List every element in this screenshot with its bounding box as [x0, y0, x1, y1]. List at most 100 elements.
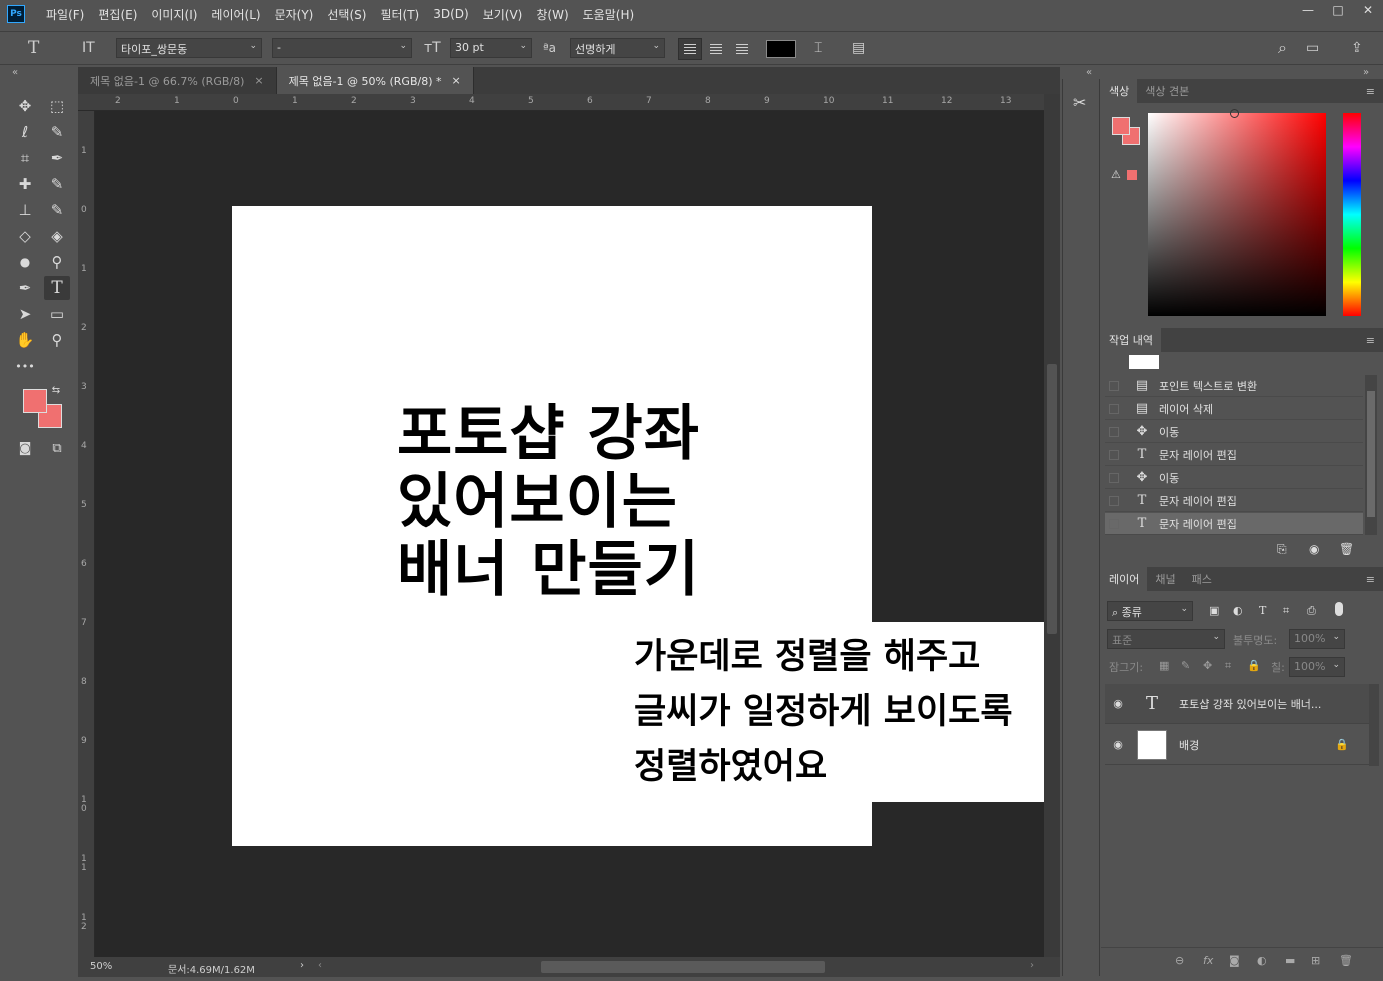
layer-style-fx-icon[interactable]: fx [1203, 954, 1213, 967]
quick-mask-icon[interactable]: ◙ [12, 436, 38, 460]
gamut-color-swatch[interactable] [1127, 170, 1137, 180]
maximize-button[interactable]: □ [1323, 0, 1353, 20]
filter-toggle[interactable] [1335, 602, 1343, 616]
visibility-eye-icon[interactable]: ◉ [1107, 697, 1129, 710]
crop-tool-icon[interactable]: ⌗ [12, 146, 38, 170]
blur-tool-icon[interactable]: ● [12, 250, 38, 274]
swap-colors-icon[interactable]: ⇆ [48, 382, 64, 398]
collapse-tools-icon[interactable]: « [12, 67, 18, 78]
menu-help[interactable]: 도움말(H) [576, 6, 642, 23]
vertical-scroll-thumb[interactable] [1047, 364, 1057, 634]
layer-filter-select[interactable]: ⌕ 종류 ⌄ [1107, 601, 1193, 621]
menu-3d[interactable]: 3D(D) [426, 7, 475, 21]
history-brush-tool-icon[interactable]: ✎ [44, 198, 70, 222]
color-picker-cursor[interactable] [1230, 109, 1239, 118]
menu-window[interactable]: 창(W) [529, 6, 575, 23]
warp-text-icon[interactable]: ⌶ [814, 40, 822, 56]
pen-tool-icon[interactable]: ✒ [12, 276, 38, 300]
text-color-swatch[interactable] [766, 40, 796, 58]
text-orientation-icon[interactable]: IT [82, 40, 95, 56]
type-tool-preset-icon[interactable]: T [28, 40, 39, 57]
screen-mode-icon[interactable]: ⧉ [44, 436, 70, 460]
scroll-right-icon[interactable]: › [1030, 960, 1034, 971]
tab-document-2[interactable]: 제목 없음-1 @ 50% (RGB/8) * × [276, 67, 474, 94]
panel-menu-icon[interactable]: ≡ [1366, 85, 1375, 98]
menu-view[interactable]: 보기(V) [476, 6, 530, 23]
opacity-input[interactable]: 100% ⌄ [1289, 629, 1345, 649]
history-item[interactable]: T 문자 레이어 편집 [1105, 444, 1363, 466]
antialias-select[interactable]: 선명하게 ⌄ [570, 38, 665, 58]
delete-layer-icon[interactable]: 🗑 [1339, 954, 1353, 967]
adjustment-layer-icon[interactable]: ◐ [1257, 954, 1267, 967]
filter-type-icon[interactable]: T [1259, 604, 1266, 617]
dodge-tool-icon[interactable]: ⚲ [44, 250, 70, 274]
healing-brush-tool-icon[interactable]: ✚ [12, 172, 38, 196]
rectangle-tool-icon[interactable]: ▭ [44, 302, 70, 326]
lock-all-icon[interactable]: 🔒 [1247, 659, 1261, 672]
history-item[interactable]: T 문자 레이어 편집 [1105, 490, 1363, 512]
eraser-tool-icon[interactable]: ◇ [12, 224, 38, 248]
minimize-button[interactable]: — [1293, 0, 1323, 20]
delete-state-icon[interactable]: 🗑 [1339, 542, 1354, 556]
more-tools-icon[interactable]: ••• [12, 354, 38, 378]
lock-position-icon[interactable]: ✥ [1203, 659, 1212, 672]
history-item[interactable]: ▤ 레이어 삭제 [1105, 398, 1363, 420]
panel-menu-icon[interactable]: ≡ [1366, 573, 1375, 586]
menu-edit[interactable]: 편집(E) [91, 6, 144, 23]
lock-artboard-icon[interactable]: ⌗ [1225, 659, 1231, 673]
search-icon[interactable]: ⌕ [1278, 40, 1287, 56]
marquee-tool-icon[interactable]: ⬚ [44, 94, 70, 118]
tab-layers[interactable]: 레이어 [1101, 567, 1148, 591]
tab-document-1[interactable]: 제목 없음-1 @ 66.7% (RGB/8) × [78, 67, 277, 94]
color-panel-foreground-swatch[interactable] [1112, 117, 1130, 135]
align-center-button[interactable] [704, 38, 728, 60]
new-group-folder-icon[interactable]: ▬ [1285, 954, 1295, 967]
history-source-checkbox[interactable] [1109, 426, 1119, 437]
filter-adjustment-icon[interactable]: ◐ [1233, 604, 1243, 617]
font-family-select[interactable]: 타이포_쌍문동 ⌄ [116, 38, 262, 58]
move-tool-icon[interactable]: ✥ [12, 94, 38, 118]
tab-history[interactable]: 작업 내역 [1101, 328, 1161, 352]
zoom-tool-icon[interactable]: ⚲ [44, 328, 70, 352]
history-source-checkbox[interactable] [1109, 449, 1119, 460]
history-item[interactable]: ▤ 포인트 텍스트로 변환 [1105, 375, 1363, 397]
tool-presets-icon[interactable]: ✂ [1073, 93, 1086, 112]
color-picker-field[interactable] [1148, 109, 1326, 316]
menu-image[interactable]: 이미지(I) [144, 6, 204, 23]
history-item[interactable]: ✥ 이동 [1105, 467, 1363, 489]
close-button[interactable]: ✕ [1353, 0, 1383, 20]
layer-name[interactable]: 배경 [1179, 737, 1199, 753]
foreground-color-swatch[interactable] [23, 389, 47, 413]
close-tab-icon[interactable]: × [254, 74, 263, 87]
history-scrollbar[interactable] [1365, 375, 1377, 535]
font-size-select[interactable]: 30 pt ⌄ [450, 38, 532, 58]
lasso-tool-icon[interactable]: ℓ [12, 120, 38, 144]
align-right-button[interactable] [730, 38, 754, 60]
quick-select-tool-icon[interactable]: ✎ [44, 120, 70, 144]
tab-paths[interactable]: 패스 [1184, 567, 1220, 591]
history-source-checkbox[interactable] [1109, 403, 1119, 414]
character-panel-icon[interactable]: ▤ [852, 40, 865, 56]
history-scroll-thumb[interactable] [1367, 391, 1375, 517]
layer-row-text[interactable]: ◉ T 포토샵 강좌 있어보이는 배너... [1105, 684, 1379, 724]
layer-lock-icon[interactable]: 🔒 [1335, 738, 1349, 751]
filter-shape-icon[interactable]: ⌗ [1283, 604, 1289, 618]
out-of-gamut-warning-icon[interactable]: ⚠ [1111, 168, 1121, 181]
scroll-left-icon[interactable]: ‹ [318, 960, 322, 971]
font-style-select[interactable]: - ⌄ [272, 38, 412, 58]
expand-panels-icon[interactable]: » [1363, 67, 1369, 78]
paint-bucket-tool-icon[interactable]: ◈ [44, 224, 70, 248]
menu-type[interactable]: 문자(Y) [268, 6, 321, 23]
vertical-scrollbar[interactable] [1044, 94, 1060, 957]
layers-scrollbar[interactable] [1369, 684, 1379, 766]
layer-row-background[interactable]: ◉ 배경 🔒 [1105, 725, 1379, 765]
brush-tool-icon[interactable]: ✎ [44, 172, 70, 196]
history-source-checkbox[interactable] [1109, 495, 1119, 506]
visibility-eye-icon[interactable]: ◉ [1107, 738, 1129, 751]
eyedropper-tool-icon[interactable]: ✒ [44, 146, 70, 170]
close-tab-icon[interactable]: × [452, 74, 461, 87]
tab-color[interactable]: 색상 [1101, 79, 1138, 103]
history-item[interactable]: ✥ 이동 [1105, 421, 1363, 443]
clone-stamp-tool-icon[interactable]: ⊥ [12, 198, 38, 222]
menu-file[interactable]: 파일(F) [39, 6, 91, 23]
